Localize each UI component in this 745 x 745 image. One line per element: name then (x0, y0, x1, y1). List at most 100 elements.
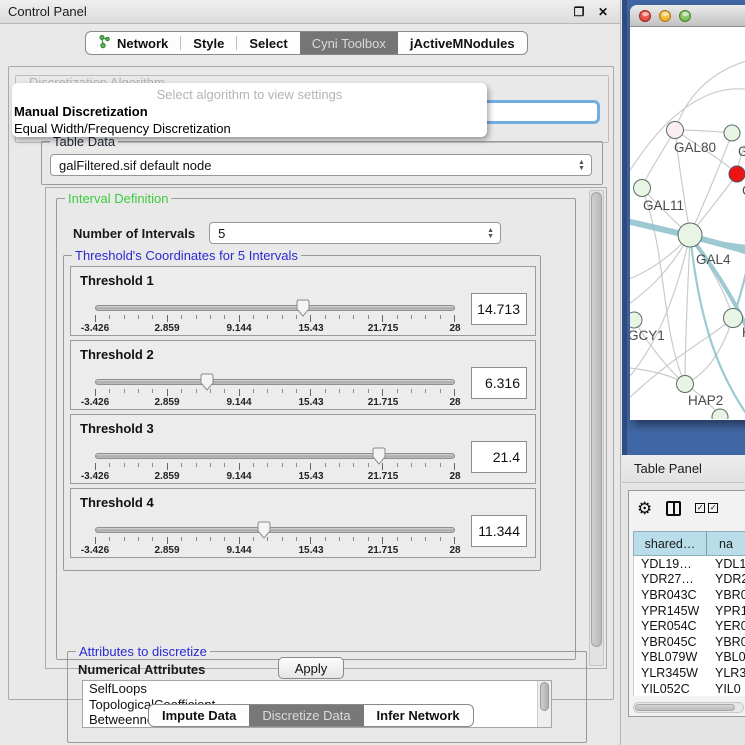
table-panel: ⚙ ✓ ✓ shared… na YDL19…YDL1 YDR27…YDR2 Y… (622, 483, 745, 745)
network-canvas[interactable]: GAL80 GA C GAL11 GAL4 GCY1 H HAP2 (630, 27, 745, 419)
table-row[interactable]: YDR27…YDR2 (634, 572, 745, 588)
column-header-name[interactable]: na (707, 531, 745, 556)
table-row[interactable]: YPR145WYPR1 (634, 603, 745, 619)
list-item[interactable]: SelfLoops (83, 681, 551, 697)
threshold-4-slider[interactable]: -3.426 2.859 9.144 15.43 21.715 28 (95, 523, 455, 553)
threshold-3-value-field[interactable]: 21.4 (471, 441, 527, 473)
algorithm-option-equal-width[interactable]: Equal Width/Frequency Discretization (12, 120, 487, 137)
tab-impute-data[interactable]: Impute Data (149, 705, 249, 726)
table-cell[interactable]: YIL052C (634, 681, 708, 697)
tick-label: 2.859 (154, 471, 179, 482)
tab-discretize-data[interactable]: Discretize Data (249, 705, 363, 726)
algorithm-dropdown-popup: Select algorithm to view settings Manual… (12, 83, 487, 137)
table-cell[interactable]: YER0 (708, 618, 745, 634)
tick-label: 21.715 (368, 471, 399, 482)
tab-style-label: Style (193, 36, 224, 51)
table-cell[interactable]: YPR145W (634, 603, 708, 619)
number-of-intervals-combobox[interactable]: 5 ▲▼ (209, 222, 501, 244)
slider-track[interactable] (95, 527, 455, 533)
table-row[interactable]: YBR043CYBR0 (634, 587, 745, 603)
table-cell[interactable]: YPR1 (708, 603, 745, 619)
scrollbar-thumb[interactable] (540, 682, 549, 711)
tab-network[interactable]: Network (86, 32, 180, 54)
table-cell[interactable]: YLR345W (634, 665, 708, 681)
node-label-ga: GA (738, 144, 745, 159)
slider-ticks (95, 315, 455, 323)
tab-style[interactable]: Style (181, 32, 236, 54)
zoom-traffic-light-icon[interactable] (679, 10, 691, 22)
table-cell[interactable]: YDR2 (708, 572, 745, 588)
slider-track[interactable] (95, 305, 455, 311)
slider-ticks (95, 537, 455, 545)
table-cell[interactable]: YDL1 (708, 556, 745, 572)
tick-label: 21.715 (368, 545, 399, 556)
table-row[interactable]: YBL079WYBL0 (634, 650, 745, 666)
table-horizontal-scrollbar[interactable] (633, 702, 744, 713)
checkbox-icon[interactable]: ✓ (708, 503, 718, 513)
slider-track[interactable] (95, 379, 455, 385)
node-label-gal11: GAL11 (643, 198, 684, 213)
table-cell[interactable]: YBL079W (634, 650, 708, 666)
scrollbar-thumb[interactable] (591, 192, 602, 647)
table-cell[interactable]: YBR0 (708, 634, 745, 650)
tab-infer-network[interactable]: Infer Network (364, 705, 473, 726)
threshold-2-value-field[interactable]: 6.316 (471, 367, 527, 399)
columns-icon[interactable] (666, 501, 681, 516)
tick-label: 2.859 (154, 545, 179, 556)
threshold-2-slider[interactable]: -3.426 2.859 9.144 15.43 21.715 28 (95, 375, 455, 405)
slider-track[interactable] (95, 453, 455, 459)
table-cell[interactable]: YIL0 (708, 681, 745, 697)
network-window[interactable]: GAL80 GA C GAL11 GAL4 GCY1 H HAP2 (630, 5, 745, 420)
close-window-icon[interactable]: ✕ (594, 4, 612, 20)
tab-cyni-toolbox[interactable]: Cyni Toolbox (300, 32, 398, 54)
attributes-scrollbar[interactable] (537, 681, 551, 727)
cyni-toolbox-panel: Discretization Algorithm Table Data galF… (8, 66, 614, 700)
minimize-traffic-light-icon[interactable] (659, 10, 671, 22)
gear-icon[interactable]: ⚙ (637, 500, 652, 517)
table-panel-inner: ⚙ ✓ ✓ shared… na YDL19…YDL1 YDR27…YDR2 Y… (628, 490, 745, 717)
table-cell[interactable]: YER054C (634, 618, 708, 634)
close-traffic-light-icon[interactable] (639, 10, 651, 22)
control-panel: Control Panel ❐ ✕ Network Style Select C… (0, 0, 621, 745)
top-tabbar: Network Style Select Cyni Toolbox jActiv… (85, 31, 528, 55)
table-row[interactable]: YBR045CYBR0 (634, 634, 745, 650)
table-cell[interactable]: YBR045C (634, 634, 708, 650)
apply-button[interactable]: Apply (278, 657, 344, 679)
table-cell[interactable]: YBR043C (634, 587, 708, 603)
threshold-3-panel: Threshold 3 -3.426 2.859 9.144 (70, 414, 536, 484)
tick-label: -3.426 (81, 545, 109, 556)
table-row[interactable]: YLR345WYLR3 (634, 665, 745, 681)
control-panel-titlebar: Control Panel ❐ ✕ (0, 0, 620, 24)
table-cell[interactable]: YBR0 (708, 587, 745, 603)
table-cell[interactable]: YDL19… (634, 556, 708, 572)
table-cell[interactable]: YDR27… (634, 572, 708, 588)
threshold-3-label: Threshold 3 (80, 421, 154, 436)
tick-label: 9.144 (226, 323, 251, 334)
column-header-shared[interactable]: shared… (633, 531, 707, 556)
tab-select[interactable]: Select (237, 32, 299, 54)
threshold-3-slider[interactable]: -3.426 2.859 9.144 15.43 21.715 28 (95, 449, 455, 479)
tab-jactivemnodules[interactable]: jActiveMNodules (398, 32, 527, 54)
tick-label: 28 (449, 397, 460, 408)
table-toolbar: ⚙ ✓ ✓ (629, 491, 745, 525)
table-row[interactable]: YDL19…YDL1 (634, 556, 745, 572)
float-window-icon[interactable]: ❐ (570, 4, 588, 20)
threshold-4-value-field[interactable]: 11.344 (471, 515, 527, 547)
settings-vertical-scrollbar[interactable] (589, 190, 604, 666)
table-row[interactable]: YER054CYER0 (634, 618, 745, 634)
table-row[interactable]: YIL052CYIL0 (634, 681, 745, 697)
algorithm-placeholder-option[interactable]: Select algorithm to view settings (12, 86, 487, 103)
table-data-combobox[interactable]: galFiltered.sif default node ▲▼ (50, 154, 592, 176)
algorithm-option-manual[interactable]: Manual Discretization (12, 103, 487, 120)
tick-label: 15.43 (298, 323, 323, 334)
checkbox-icon[interactable]: ✓ (695, 503, 705, 513)
table-cell[interactable]: YBL0 (708, 650, 745, 666)
tick-label: -3.426 (81, 323, 109, 334)
threshold-1-slider[interactable]: -3.426 2.859 9.144 15.43 21.715 28 (95, 301, 455, 331)
network-window-titlebar[interactable] (630, 5, 745, 27)
scrollbar-thumb[interactable] (635, 704, 735, 711)
threshold-1-value-field[interactable]: 14.713 (471, 293, 527, 325)
table-header-row: shared… na (633, 531, 745, 556)
tab-impute-data-label: Impute Data (162, 708, 236, 723)
table-cell[interactable]: YLR3 (708, 665, 745, 681)
